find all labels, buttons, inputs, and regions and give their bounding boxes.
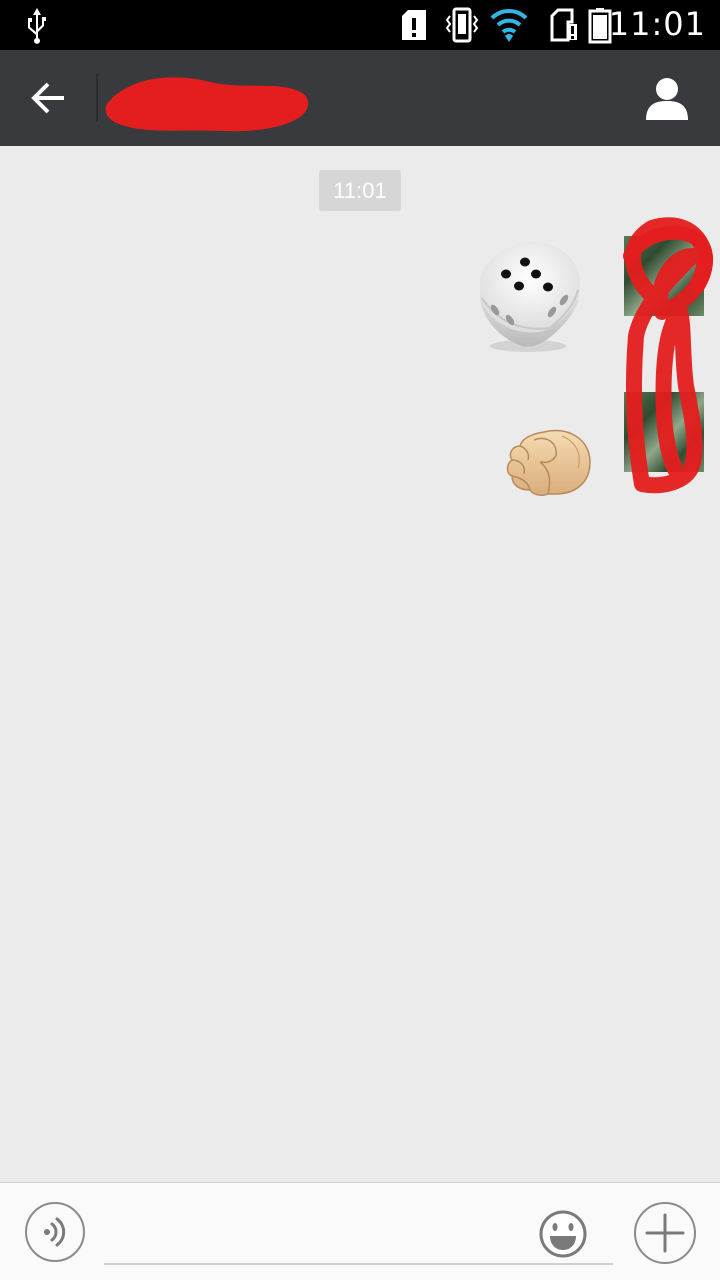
status-bar: 11:01 [0,0,720,50]
redaction-scribble [105,77,308,132]
back-arrow-icon[interactable] [22,74,74,122]
sender-avatar[interactable] [624,392,704,472]
message-input[interactable] [104,1205,613,1265]
time-divider: 11:01 [319,170,401,211]
sender-avatar[interactable] [624,236,704,316]
header-divider [96,74,98,122]
emoji-icon [539,1210,587,1258]
sim-alert-icon [550,8,577,42]
chat-header [0,50,720,146]
sd-card-alert-icon [402,10,426,40]
message-list[interactable]: 11:01 [0,146,720,1182]
dice-icon [479,241,580,352]
fist-message[interactable] [504,424,594,500]
input-bar [0,1182,720,1280]
voice-button[interactable] [25,1202,85,1262]
chat-screen: 11:01 11:01 [0,0,720,1280]
dice-message[interactable] [468,234,588,354]
add-icon [645,1213,685,1253]
emoji-button[interactable] [538,1209,588,1259]
profile-icon[interactable] [644,74,690,122]
status-time: 11:01 [608,5,706,43]
usb-icon [28,8,46,44]
wifi-icon [490,8,528,42]
fist-emoji-icon [506,429,591,496]
vibrate-icon [445,7,479,43]
add-button[interactable] [634,1202,696,1264]
voice-icon [44,1217,66,1247]
